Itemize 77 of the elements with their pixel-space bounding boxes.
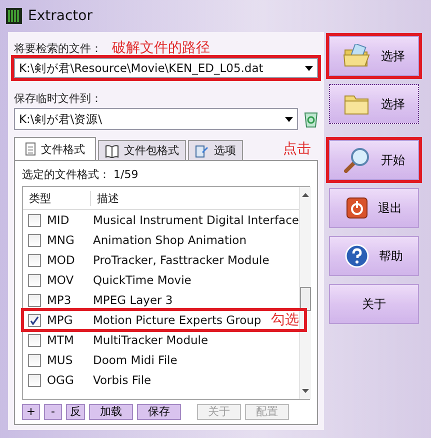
pencil-page-icon	[195, 144, 209, 158]
checkbox[interactable]	[28, 254, 41, 266]
column-header[interactable]: 类型	[23, 190, 91, 206]
format-row[interactable]: MOV QuickTime Movie	[23, 270, 299, 290]
list-button[interactable]: 保存	[137, 404, 181, 420]
temp-folder-combobox[interactable]: K:\剣が君\资源\	[14, 108, 298, 130]
scrollbar[interactable]	[298, 187, 311, 399]
side-button[interactable]: 选择	[329, 84, 419, 124]
table-cell-text: MID	[47, 213, 70, 227]
side-button[interactable]: 开始	[329, 140, 419, 180]
format-row[interactable]: MTM MultiTracker Module	[23, 330, 299, 350]
checkbox[interactable]	[28, 214, 41, 226]
annotation-text: 勾选	[271, 311, 299, 329]
checkbox[interactable]	[28, 354, 41, 366]
table-cell-text: MUS	[47, 353, 74, 367]
scroll-down-icon[interactable]	[302, 389, 309, 393]
tab[interactable]: 文件格式	[14, 137, 96, 160]
checkbox[interactable]	[28, 314, 41, 326]
folder-icon	[343, 93, 371, 115]
checkbox[interactable]	[28, 334, 41, 346]
scroll-thumb[interactable]	[300, 287, 311, 311]
checkbox[interactable]	[28, 274, 41, 286]
list-button[interactable]: 加载	[89, 404, 133, 420]
tab[interactable]: 选项	[188, 140, 243, 160]
source-label: 将要检索的文件：	[14, 40, 102, 56]
table-cell-text: ProTracker, Fasttracker Module	[92, 253, 270, 267]
format-row[interactable]: MPG Motion Picture Experts Group 勾选	[23, 310, 305, 330]
table-cell-text: MultiTracker Module	[92, 333, 208, 347]
table-cell-text: QuickTime Movie	[92, 273, 192, 287]
format-row[interactable]: MNG Animation Shop Animation	[23, 230, 299, 250]
scroll-up-icon[interactable]	[302, 193, 309, 197]
checkbox[interactable]	[28, 294, 41, 306]
side-button[interactable]: 关于	[329, 284, 419, 324]
table-cell-text: Animation Shop Animation	[92, 233, 246, 247]
format-row[interactable]: MP3 MPEG Layer 3	[23, 290, 299, 310]
column-header[interactable]: 描述	[91, 190, 119, 206]
format-row[interactable]: MOD ProTracker, Fasttracker Module	[23, 250, 299, 270]
search-icon	[343, 147, 371, 173]
selected-formats-count: 选定的文件格式： 1/59	[22, 167, 140, 182]
table-cell-text: Musical Instrument Digital Interface	[92, 213, 299, 227]
help-icon	[345, 244, 369, 268]
window-title: Extractor	[28, 8, 92, 24]
format-row[interactable]: MUS Doom Midi File	[23, 350, 299, 370]
app-icon	[6, 8, 22, 24]
side-button[interactable]: 选择	[329, 36, 419, 76]
checkbox[interactable]	[28, 234, 41, 246]
book-icon	[105, 144, 119, 158]
side-button[interactable]: 退出	[329, 188, 419, 228]
tab[interactable]: 文件包格式	[98, 140, 186, 160]
table-cell-text: MOV	[47, 273, 75, 287]
table-cell-text: OGG	[47, 373, 75, 387]
dropdown-caret-icon	[305, 66, 313, 70]
table-cell-text: MP3	[47, 293, 72, 307]
table-cell-text: Vorbis File	[92, 373, 152, 387]
table-cell-text: MPG	[47, 313, 74, 327]
table-cell-text: MOD	[47, 253, 76, 267]
power-icon	[346, 197, 368, 219]
table-cell-text: Doom Midi File	[92, 353, 178, 367]
table-cell-text: Motion Picture Experts Group	[92, 313, 262, 327]
dropdown-caret-icon	[285, 116, 293, 122]
table-cell-text: MNG	[47, 233, 76, 247]
side-button[interactable]: 帮助	[329, 236, 419, 276]
open-folder-icon	[343, 44, 371, 68]
table-cell-text: MPEG Layer 3	[92, 293, 173, 307]
temp-folder-label: 保存临时文件到：	[14, 90, 102, 106]
source-file-combobox[interactable]: K:\剣が君\Resource\Movie\KEN_ED_L05.dat	[14, 58, 318, 78]
annotation-text: 点击	[283, 140, 311, 158]
document-icon	[25, 142, 36, 156]
list-button[interactable]: 反	[66, 404, 85, 420]
format-row[interactable]: MID Musical Instrument Digital Interface	[23, 210, 299, 230]
format-row[interactable]: OGG Vorbis File	[23, 370, 299, 390]
list-button[interactable]: +	[22, 404, 40, 420]
table-cell-text: MTM	[47, 333, 75, 347]
recycle-bin-icon[interactable]	[304, 110, 318, 128]
list-button[interactable]: -	[44, 404, 62, 420]
checkbox[interactable]	[28, 374, 41, 386]
annotation-text: 破解文件的路径	[112, 39, 210, 57]
